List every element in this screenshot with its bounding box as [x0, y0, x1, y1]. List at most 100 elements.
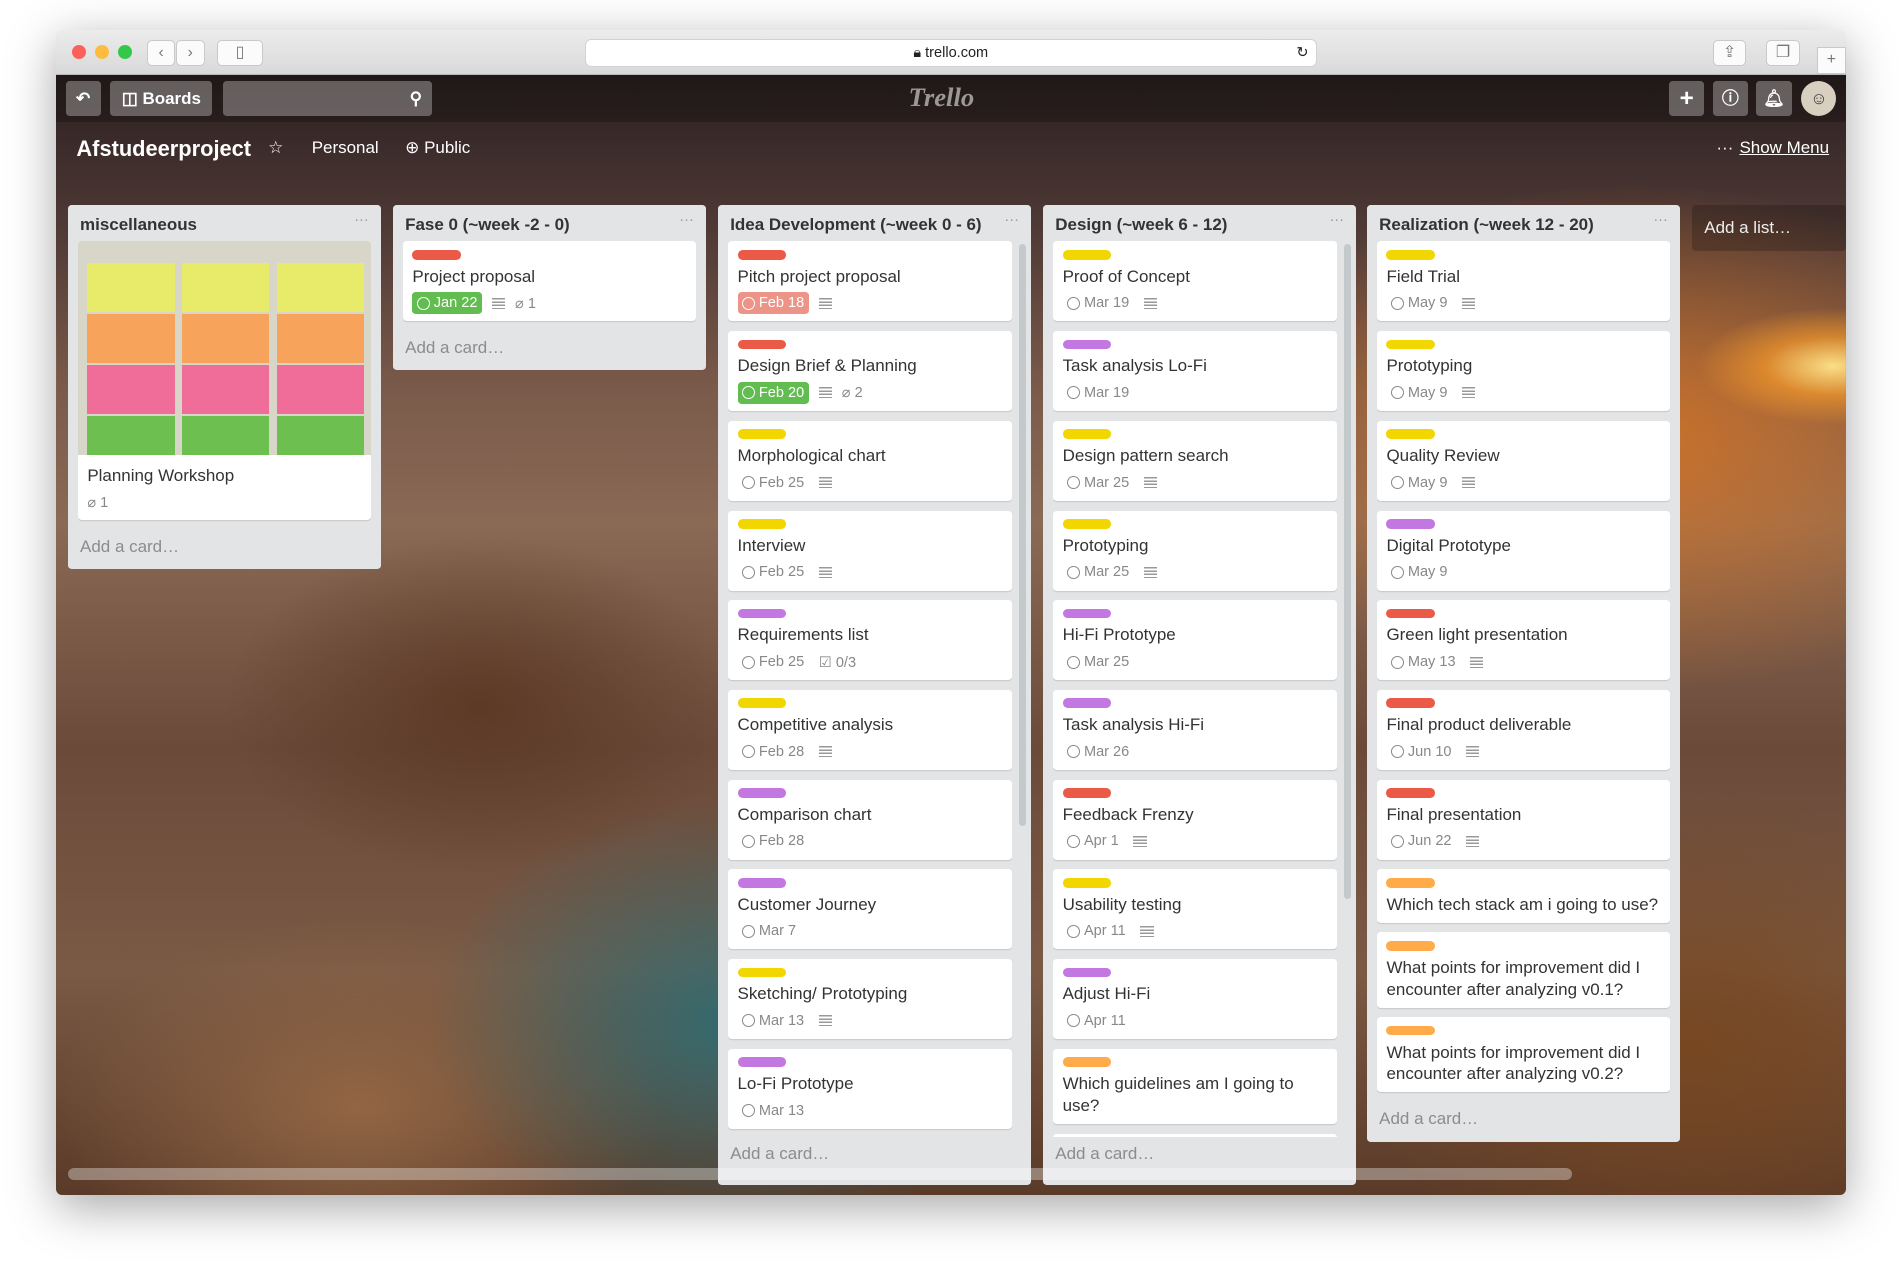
- due-date-badge[interactable]: May 9: [1386, 292, 1452, 314]
- boards-button[interactable]: ◫ Boards: [110, 81, 213, 117]
- card[interactable]: Which guidelines am I going to use?: [1052, 1048, 1337, 1124]
- card[interactable]: What points for improvement did I encoun…: [1376, 1017, 1671, 1093]
- avatar[interactable]: ☺: [1801, 81, 1837, 117]
- notification-bell-icon[interactable]: 🔔︎: [1756, 81, 1792, 117]
- info-icon[interactable]: ⓘ: [1712, 81, 1748, 117]
- trello-logo[interactable]: Trello: [909, 82, 975, 113]
- card[interactable]: Proof of Concept Mar 19: [1052, 241, 1337, 322]
- due-date-badge[interactable]: Mar 19: [1063, 382, 1135, 404]
- due-date-badge[interactable]: Feb 20: [737, 381, 810, 404]
- card[interactable]: Green light presentation May 13: [1376, 600, 1671, 681]
- list-title[interactable]: Design (~week 6 - 12): [1055, 215, 1227, 235]
- due-date-badge[interactable]: Feb 25: [738, 651, 810, 673]
- add-card-button[interactable]: Add a card…: [68, 530, 381, 569]
- list-menu-icon[interactable]: ···: [354, 212, 369, 228]
- card[interactable]: Design Brief & Planning Feb 20 ⌀ 2: [727, 331, 1012, 412]
- due-date-badge[interactable]: Jun 22: [1386, 831, 1456, 853]
- back-icon[interactable]: ‹: [146, 40, 176, 67]
- card[interactable]: Final product deliverable Jun 10: [1376, 689, 1671, 770]
- card[interactable]: Final presentation Jun 22: [1376, 779, 1671, 860]
- card[interactable]: Prototyping May 9: [1376, 331, 1671, 412]
- card[interactable]: Morphological chart Feb 25: [727, 420, 1012, 501]
- add-card-button[interactable]: Add a card…: [393, 331, 706, 370]
- maximize-window-button[interactable]: [117, 44, 133, 60]
- team-button[interactable]: Personal: [312, 138, 379, 158]
- card[interactable]: Usability testing Apr 11: [1052, 869, 1337, 950]
- list-menu-icon[interactable]: ···: [679, 212, 694, 228]
- new-tab-icon[interactable]: +: [1817, 47, 1846, 74]
- visibility-button[interactable]: ⊕ Public: [405, 138, 470, 158]
- minimize-window-button[interactable]: [94, 44, 110, 60]
- due-date-badge[interactable]: Feb 28: [738, 741, 810, 763]
- list-title[interactable]: Fase 0 (~week -2 - 0): [405, 215, 570, 235]
- due-date-badge[interactable]: Feb 18: [737, 292, 810, 315]
- due-date-badge[interactable]: May 9: [1386, 382, 1452, 404]
- board-title[interactable]: Afstudeerproject: [76, 136, 251, 162]
- card[interactable]: Prototyping Mar 25: [1052, 510, 1337, 591]
- show-menu-link[interactable]: Show Menu: [1739, 138, 1829, 158]
- card[interactable]: Lo-Fi Prototype Mar 13: [727, 1048, 1012, 1129]
- card[interactable]: Planning Workshop ⌀ 1: [77, 241, 372, 521]
- search-input[interactable]: ⚲: [223, 81, 432, 117]
- back-icon[interactable]: ↶: [65, 81, 101, 117]
- card[interactable]: Digital Prototype May 9: [1376, 510, 1671, 591]
- due-date-badge[interactable]: Mar 25: [1063, 472, 1135, 494]
- due-date-badge[interactable]: Mar 13: [738, 1100, 810, 1122]
- list-title[interactable]: miscellaneous: [80, 215, 197, 235]
- card[interactable]: Quality Review May 9: [1376, 420, 1671, 501]
- card[interactable]: Pitch project proposal Feb 18: [727, 241, 1012, 322]
- add-list-button[interactable]: Add a list…: [1692, 204, 1847, 252]
- card[interactable]: Comparison chart Feb 28: [727, 779, 1012, 860]
- list-menu-icon[interactable]: ···: [1329, 212, 1344, 228]
- card[interactable]: Hi-Fi Prototype Mar 25: [1052, 600, 1337, 681]
- sidebar-icon[interactable]: ▯: [217, 40, 263, 67]
- address-bar[interactable]: 🔒︎ trello.com ↻: [584, 38, 1317, 68]
- card[interactable]: Design pattern search Mar 25: [1052, 420, 1337, 501]
- card[interactable]: Sketching/ Prototyping Mar 13: [727, 959, 1012, 1040]
- tabs-icon[interactable]: ❐: [1766, 40, 1800, 67]
- due-date-badge[interactable]: Jan 22: [412, 292, 483, 315]
- add-icon[interactable]: +: [1669, 81, 1705, 117]
- horizontal-scrollbar[interactable]: [67, 1168, 1573, 1181]
- due-date-badge[interactable]: Feb 25: [738, 561, 810, 583]
- share-icon[interactable]: ⇪: [1712, 40, 1747, 67]
- add-card-button[interactable]: Add a card…: [1367, 1102, 1680, 1141]
- due-date-badge[interactable]: Apr 11: [1063, 920, 1131, 942]
- due-date-badge[interactable]: Mar 26: [1063, 741, 1135, 763]
- list-title[interactable]: Idea Development (~week 0 - 6): [730, 215, 981, 235]
- due-date-badge[interactable]: Apr 11: [1063, 1010, 1131, 1032]
- card[interactable]: Feedback Frenzy Apr 1: [1052, 779, 1337, 860]
- star-icon[interactable]: ☆: [268, 138, 283, 158]
- forward-icon[interactable]: ›: [175, 40, 205, 67]
- card[interactable]: Project proposal Jan 22 ⌀ 1: [402, 241, 697, 322]
- due-date-badge[interactable]: May 9: [1386, 561, 1452, 583]
- due-date-badge[interactable]: May 9: [1386, 472, 1452, 494]
- due-date-badge[interactable]: Apr 1: [1063, 831, 1124, 853]
- due-date-badge[interactable]: Mar 13: [738, 1010, 810, 1032]
- list-scrollbar[interactable]: [1344, 243, 1352, 899]
- due-date-badge[interactable]: Feb 25: [738, 472, 810, 494]
- list-scrollbar[interactable]: [1018, 243, 1027, 827]
- card[interactable]: Task analysis Lo-Fi Mar 19: [1052, 331, 1337, 412]
- due-date-badge[interactable]: Mar 25: [1063, 651, 1135, 673]
- card[interactable]: Interview Feb 25: [727, 510, 1012, 591]
- reload-icon[interactable]: ↻: [1296, 40, 1308, 67]
- card[interactable]: Customer Journey Mar 7: [727, 869, 1012, 950]
- due-date-badge[interactable]: Mar 19: [1063, 292, 1135, 314]
- card[interactable]: Competitive analysis Feb 28: [727, 689, 1012, 770]
- due-date-badge[interactable]: Mar 7: [738, 920, 801, 942]
- card[interactable]: What points for improvement did I encoun…: [1376, 932, 1671, 1008]
- due-date-badge[interactable]: Mar 25: [1063, 561, 1135, 583]
- due-date-badge[interactable]: May 13: [1386, 651, 1460, 673]
- card[interactable]: Adjust Hi-Fi Apr 11: [1052, 959, 1337, 1040]
- due-date-badge[interactable]: Feb 28: [738, 831, 810, 853]
- due-date-badge[interactable]: Jun 10: [1386, 741, 1456, 763]
- card[interactable]: Task analysis Hi-Fi Mar 26: [1052, 689, 1337, 770]
- card[interactable]: Field Trial May 9: [1376, 241, 1671, 322]
- card[interactable]: Requirements list Feb 25 ☑ 0/3: [727, 600, 1012, 681]
- card[interactable]: Which tech stack am i going to use?: [1376, 869, 1671, 923]
- close-window-button[interactable]: [71, 44, 87, 60]
- list-title[interactable]: Realization (~week 12 - 20): [1379, 215, 1594, 235]
- list-menu-icon[interactable]: ···: [1653, 212, 1668, 228]
- list-menu-icon[interactable]: ···: [1004, 212, 1019, 228]
